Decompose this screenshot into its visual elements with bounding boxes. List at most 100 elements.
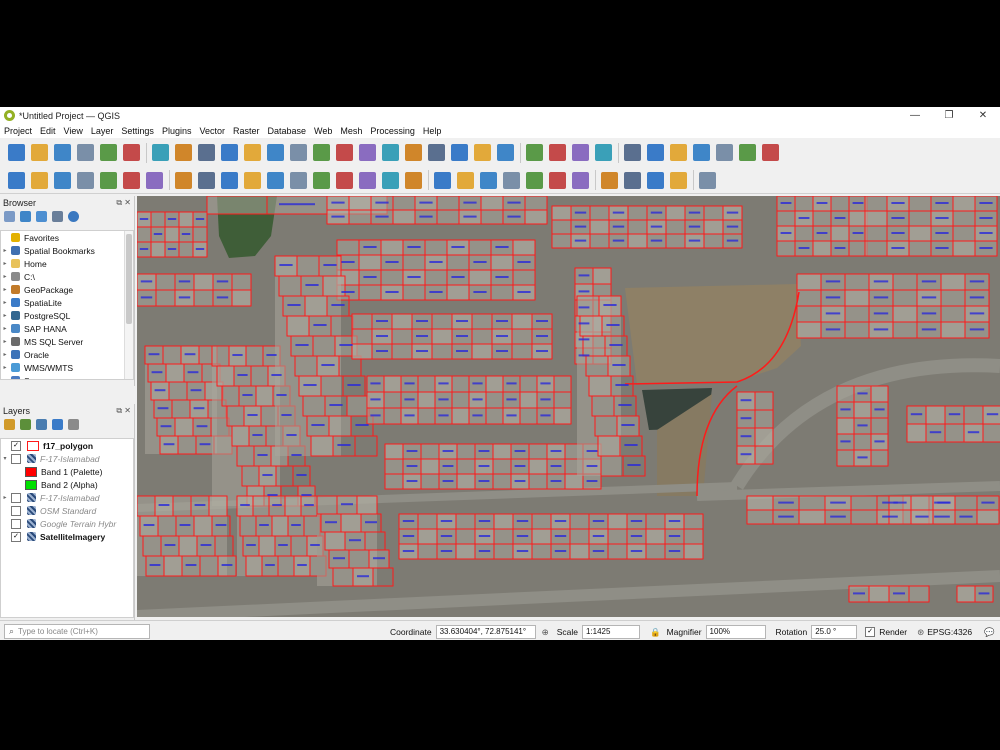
- parcel-polygon[interactable]: [310, 435, 334, 457]
- label-show-icon[interactable]: [572, 171, 589, 189]
- parcel-polygon[interactable]: [607, 513, 628, 530]
- expand-arrow-icon[interactable]: ▸: [1, 312, 9, 319]
- parcel-polygon[interactable]: [392, 209, 416, 225]
- render-checkbox[interactable]: ✓: [865, 627, 876, 637]
- parcel-polygon[interactable]: [351, 343, 373, 360]
- rotation-field[interactable]: 25.0 °: [811, 625, 858, 639]
- layer-item-3[interactable]: Band 2 (Alpha): [1, 478, 133, 491]
- layer-item-7[interactable]: ✓ SatelliteImagery: [1, 530, 133, 543]
- parcel-polygon[interactable]: [579, 315, 603, 337]
- parcel-polygon[interactable]: [864, 210, 888, 227]
- parcel-polygon[interactable]: [255, 385, 274, 407]
- parcel-polygon[interactable]: [456, 473, 476, 490]
- close-button[interactable]: ✕: [966, 107, 1000, 124]
- browser-item-2[interactable]: ▸ Home: [1, 257, 133, 270]
- parcel-polygon[interactable]: [231, 289, 252, 307]
- map-canvas[interactable]: [137, 196, 1000, 617]
- parcel-polygon[interactable]: [703, 219, 724, 235]
- copy-icon[interactable]: [336, 171, 353, 189]
- parcel-polygon[interactable]: [956, 585, 976, 603]
- label-move-icon[interactable]: [503, 171, 520, 189]
- zoom-last-icon[interactable]: [336, 144, 353, 161]
- parcel-polygon[interactable]: [193, 515, 213, 537]
- menu-web[interactable]: Web: [310, 126, 336, 136]
- messages-icon[interactable]: 💬: [984, 627, 995, 638]
- parcel-polygon[interactable]: [245, 555, 263, 577]
- zoom-out-icon[interactable]: [221, 144, 238, 161]
- menu-mesh[interactable]: Mesh: [336, 126, 366, 136]
- expand-arrow-icon[interactable]: ▸: [1, 273, 9, 280]
- filter-icon[interactable]: [36, 211, 47, 222]
- parcel-polygon[interactable]: [383, 375, 402, 393]
- expand-arrow-icon[interactable]: ▸: [1, 286, 9, 293]
- label-icon[interactable]: [434, 171, 451, 189]
- expand-arrow-icon[interactable]: ▸: [1, 325, 9, 332]
- browser-item-4[interactable]: ▸ GeoPackage: [1, 283, 133, 296]
- browser-item-7[interactable]: ▸ SAP HANA: [1, 322, 133, 335]
- parcel-polygon[interactable]: [812, 240, 832, 257]
- zoom-next-icon[interactable]: [359, 144, 376, 161]
- parcel-polygon[interactable]: [597, 435, 621, 457]
- save-as-icon[interactable]: [77, 144, 94, 161]
- edit-pencil-icon[interactable]: [175, 171, 192, 189]
- layer-visibility-checkbox[interactable]: [11, 492, 21, 503]
- parcel-polygon[interactable]: [848, 210, 868, 227]
- menu-layer[interactable]: Layer: [87, 126, 118, 136]
- parcel-polygon[interactable]: [178, 211, 194, 228]
- parcel-polygon[interactable]: [358, 254, 382, 271]
- layer-item-1[interactable]: ▾ F-17-Islamabad: [1, 452, 133, 465]
- parcel-polygon[interactable]: [328, 415, 352, 437]
- parcel-polygon[interactable]: [592, 267, 612, 285]
- browser-item-1[interactable]: ▸ Spatial Bookmarks: [1, 244, 133, 257]
- parcel-polygon[interactable]: [524, 209, 548, 225]
- restore-button[interactable]: ❐: [932, 107, 966, 124]
- browser-item-3[interactable]: ▸ C:\: [1, 270, 133, 283]
- style-manager-icon[interactable]: [123, 144, 140, 161]
- parcel-polygon[interactable]: [892, 305, 918, 323]
- parcel-polygon[interactable]: [304, 295, 328, 317]
- parcel-polygon[interactable]: [492, 443, 512, 460]
- parcel-polygon[interactable]: [519, 391, 538, 409]
- visibility-icon[interactable]: [36, 419, 47, 430]
- crs-label[interactable]: EPSG:4326: [927, 627, 972, 637]
- parcel-polygon[interactable]: [455, 543, 476, 560]
- select-icon[interactable]: [549, 144, 566, 161]
- parcel-polygon[interactable]: [174, 417, 194, 437]
- save-edits-icon[interactable]: [221, 171, 238, 189]
- parcel-polygon[interactable]: [796, 273, 822, 291]
- label-rotate-icon[interactable]: [526, 171, 543, 189]
- parcel-polygon[interactable]: [340, 513, 362, 533]
- pan-to-selection-icon[interactable]: [175, 144, 192, 161]
- parcel-polygon[interactable]: [231, 425, 250, 447]
- parcel-polygon[interactable]: [493, 513, 514, 530]
- attribute-table-icon[interactable]: [624, 144, 641, 161]
- coordinate-toggle-icon[interactable]: ⊕: [542, 627, 549, 638]
- parcel-polygon[interactable]: [258, 535, 276, 557]
- parcel-polygon[interactable]: [952, 240, 976, 257]
- browser-scrollbar[interactable]: [124, 231, 133, 379]
- parcel-polygon[interactable]: [798, 509, 826, 525]
- expand-arrow-icon[interactable]: ▸: [1, 299, 9, 306]
- parcel-polygon[interactable]: [746, 495, 774, 511]
- expand-arrow-icon[interactable]: ▸: [1, 338, 9, 345]
- parcel-polygon[interactable]: [490, 254, 514, 271]
- browser-tree[interactable]: Favorites ▸ Spatial Bookmarks ▸ Home ▸ C:\ ▸ Geo…: [0, 230, 134, 380]
- layer-item-2[interactable]: Band 1 (Palette): [1, 465, 133, 478]
- locator-bar[interactable]: ⌕ Type to locate (Ctrl+K): [4, 624, 150, 639]
- style-brush-icon[interactable]: [4, 419, 15, 430]
- parcel-polygon[interactable]: [796, 321, 822, 339]
- parcel-polygon[interactable]: [589, 219, 610, 235]
- expand-arrow-icon[interactable]: ▾: [1, 455, 9, 462]
- parcel-polygon[interactable]: [346, 395, 370, 417]
- layer-item-5[interactable]: OSM Standard: [1, 504, 133, 517]
- decorations-icon[interactable]: [451, 144, 468, 161]
- parcel-polygon[interactable]: [627, 233, 648, 249]
- zoom-in-icon[interactable]: [198, 144, 215, 161]
- layer-item-4[interactable]: ▸ F-17-Islamabad: [1, 491, 133, 504]
- parcel-polygon[interactable]: [836, 417, 855, 435]
- parcel-polygon[interactable]: [853, 401, 872, 419]
- new-project-icon[interactable]: [8, 144, 25, 161]
- menu-database[interactable]: Database: [264, 126, 311, 136]
- parcel-polygon[interactable]: [940, 273, 966, 291]
- parcel-polygon[interactable]: [356, 495, 378, 515]
